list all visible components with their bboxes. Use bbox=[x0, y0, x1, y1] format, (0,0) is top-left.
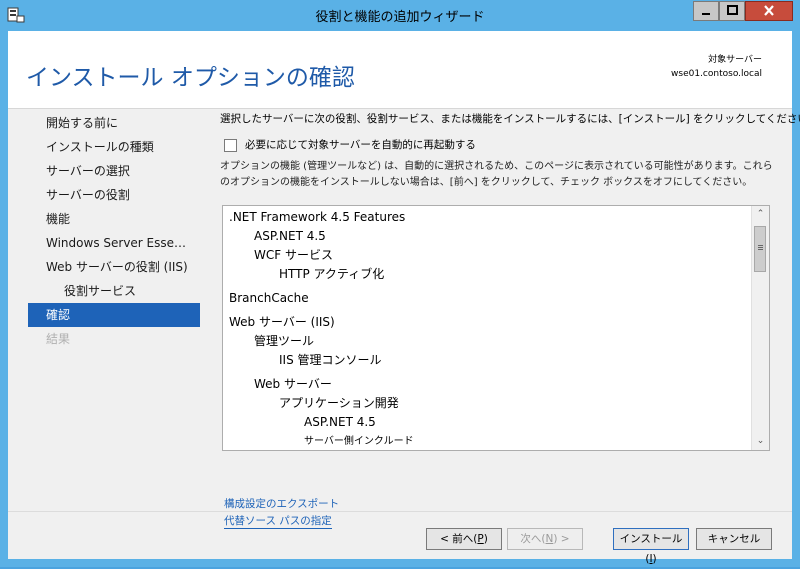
nav-step-installation-type[interactable]: インストールの種類 bbox=[28, 135, 200, 159]
wizard-steps-nav: 開始する前に インストールの種類 サーバーの選択 サーバーの役割 機能 Wind… bbox=[28, 111, 200, 351]
nav-step-server-selection[interactable]: サーバーの選択 bbox=[28, 159, 200, 183]
optional-features-text: オプションの機能 (管理ツールなど) は、自動的に選択されるため、このページに表… bbox=[220, 161, 773, 188]
next-button: 次へ(N) > bbox=[507, 528, 583, 550]
maximize-icon bbox=[727, 5, 738, 15]
minimize-button[interactable] bbox=[693, 1, 719, 21]
previous-button-label-end: ) bbox=[483, 533, 488, 545]
install-button-label-end: ) bbox=[652, 553, 657, 565]
wizard-client-area: インストール オプションの確認 対象サーバー wse01.contoso.loc… bbox=[8, 31, 800, 565]
features-list-scrollbar[interactable]: ⌃ ⌄ bbox=[751, 206, 769, 450]
previous-button[interactable]: < 前へ(P) bbox=[426, 528, 502, 550]
minimize-icon bbox=[702, 13, 710, 15]
list-item: アプリケーション開発 bbox=[279, 396, 399, 410]
list-item: Web サーバー (IIS) bbox=[229, 315, 335, 329]
nav-step-features[interactable]: 機能 bbox=[28, 207, 200, 231]
selected-features-list[interactable]: .NET Framework 4.5 Features ASP.NET 4.5 … bbox=[222, 205, 770, 451]
scrollbar-thumb[interactable] bbox=[754, 226, 766, 272]
footer-divider bbox=[8, 511, 792, 512]
list-item: WCF サービス bbox=[254, 248, 333, 262]
destination-server-label: 対象サーバー bbox=[708, 55, 762, 65]
restart-checkbox[interactable] bbox=[224, 139, 237, 152]
nav-step-windows-server-essentials[interactable]: Windows Server Esse… bbox=[28, 231, 200, 255]
wizard-window: 役割と機能の追加ウィザード インストール オプションの確認 対象サーバー wse… bbox=[0, 0, 800, 567]
next-button-label: 次へ( bbox=[520, 533, 546, 545]
destination-server-name: wse01.contoso.local bbox=[671, 69, 762, 79]
list-item: BranchCache bbox=[229, 291, 309, 305]
alternate-source-path-link[interactable]: 代替ソース パスの指定 bbox=[224, 513, 332, 529]
close-button[interactable] bbox=[745, 1, 793, 21]
list-item: ASP.NET 4.5 bbox=[254, 229, 326, 243]
previous-button-label: < 前へ( bbox=[440, 533, 478, 545]
nav-step-confirmation[interactable]: 確認 bbox=[28, 303, 200, 327]
restart-checkbox-label[interactable]: 必要に応じて対象サーバーを自動的に再起動する bbox=[245, 137, 476, 152]
intro-text: 選択したサーバーに次の役割、役割サービス、または機能をインストールするには、[イ… bbox=[220, 113, 800, 125]
install-button[interactable]: インストール(I) bbox=[613, 528, 689, 565]
cancel-button[interactable]: キャンセル bbox=[696, 528, 772, 550]
destination-server: 対象サーバー wse01.contoso.local bbox=[671, 53, 762, 81]
nav-step-role-services[interactable]: 役割サービス bbox=[28, 279, 200, 303]
scroll-down-icon[interactable]: ⌄ bbox=[752, 433, 769, 450]
page-title: インストール オプションの確認 bbox=[26, 65, 355, 91]
scroll-up-icon[interactable]: ⌃ bbox=[752, 206, 769, 223]
nav-step-server-roles[interactable]: サーバーの役割 bbox=[28, 183, 200, 207]
list-item: 管理ツール bbox=[254, 334, 315, 348]
list-item: .NET Framework 4.5 Features bbox=[229, 210, 406, 224]
export-configuration-link[interactable]: 構成設定のエクスポート bbox=[224, 496, 340, 512]
list-item: サーバー側インクルード bbox=[304, 436, 414, 447]
next-button-label-end: ) > bbox=[553, 533, 570, 545]
features-list-content: .NET Framework 4.5 Features ASP.NET 4.5 … bbox=[229, 208, 749, 450]
list-item: IIS 管理コンソール bbox=[279, 353, 382, 367]
list-item: Web サーバー bbox=[254, 377, 332, 391]
close-icon bbox=[764, 5, 774, 16]
nav-step-results: 結果 bbox=[46, 332, 71, 346]
window-title: 役割と機能の追加ウィザード bbox=[315, 10, 485, 25]
maximize-button[interactable] bbox=[719, 1, 745, 21]
nav-step-web-server-role[interactable]: Web サーバーの役割 (IIS) bbox=[28, 255, 200, 279]
title-bar[interactable]: 役割と機能の追加ウィザード bbox=[0, 0, 800, 31]
list-item: ASP.NET 4.5 bbox=[304, 415, 376, 429]
nav-step-before-you-begin[interactable]: 開始する前に bbox=[28, 111, 200, 135]
list-item: HTTP アクティブ化 bbox=[279, 267, 385, 281]
wizard-header: インストール オプションの確認 対象サーバー wse01.contoso.loc… bbox=[8, 31, 792, 109]
grip-icon bbox=[758, 245, 763, 246]
